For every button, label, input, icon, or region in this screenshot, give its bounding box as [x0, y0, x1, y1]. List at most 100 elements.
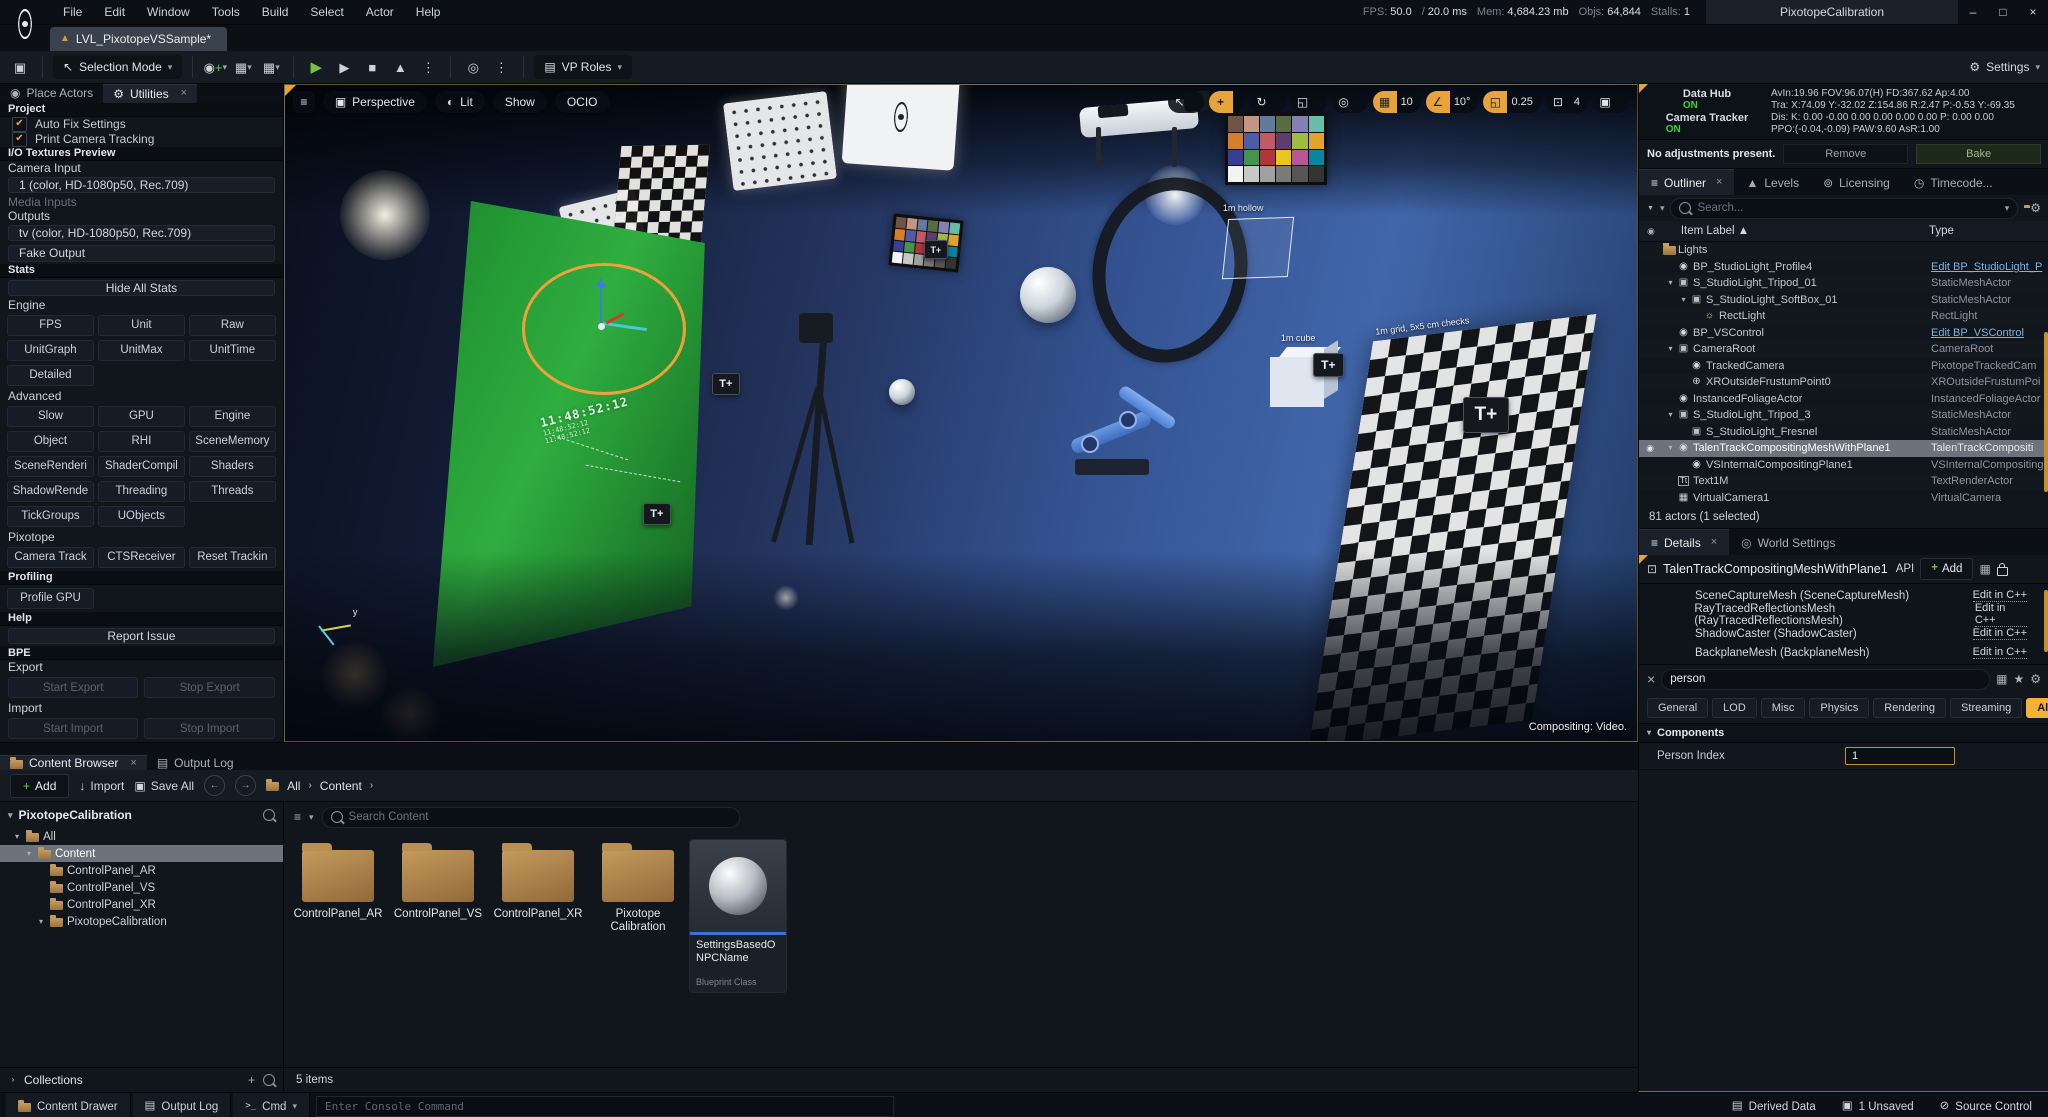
outliner-row[interactable]: S_StudioLight_Tripod_3 StaticMeshActor [1639, 407, 2048, 424]
stop-button[interactable] [360, 55, 384, 79]
checkbox-checked-icon[interactable]: ✔ [12, 117, 27, 132]
components-section-header[interactable]: Components [1639, 723, 2048, 743]
tab-place-actors[interactable]: Place Actors [0, 84, 103, 103]
close-icon[interactable] [130, 758, 136, 769]
stat-toggle-button[interactable]: ShadowRende [7, 481, 94, 502]
viewport-3d[interactable]: 11:48:52:12 11:48:52:12 11:48:52:12 1m h… [284, 84, 1638, 742]
folder-tile[interactable]: ControlPanel_VS [390, 840, 486, 921]
viewport-option-pill[interactable]: OCIO [555, 91, 610, 113]
export-button[interactable]: Start Export [8, 677, 138, 698]
platforms-options-icon[interactable] [489, 55, 513, 79]
play-options-icon[interactable] [416, 55, 440, 79]
expand-icon[interactable] [36, 918, 46, 926]
selection-mode-dropdown[interactable]: Selection Mode [53, 55, 182, 79]
stat-toggle-button[interactable]: CTSReceiver [98, 547, 185, 568]
save-all-button[interactable]: Save All [134, 779, 194, 793]
tab-content-browser[interactable]: Content Browser [0, 755, 147, 770]
blueprints-dropdown[interactable] [231, 55, 255, 79]
menu-item[interactable]: Help [405, 0, 452, 24]
expand-icon[interactable] [1678, 296, 1689, 304]
folder-tree-row[interactable]: PixotopeCalibration [0, 913, 283, 930]
edit-in-cpp-link[interactable]: Edit in C++ [1973, 646, 2027, 659]
viewport-tool-button[interactable] [1291, 91, 1327, 113]
gizmo-z-axis[interactable] [600, 281, 603, 327]
stat-toggle-button[interactable]: UObjects [98, 506, 185, 527]
collections-row[interactable]: Collections [0, 1067, 283, 1092]
expand-icon[interactable] [1665, 444, 1676, 452]
filter-tab[interactable]: Physics [1809, 698, 1869, 718]
stat-toggle-button[interactable]: ShaderCompil [98, 456, 185, 477]
scrollbar[interactable] [2044, 590, 2048, 652]
viewport-menu-icon[interactable] [293, 91, 315, 113]
camera-input-button[interactable]: 1 (color, HD-1080p50, Rec.709) [8, 177, 275, 193]
back-button[interactable] [204, 775, 225, 796]
bake-button[interactable]: Bake [1916, 144, 2041, 164]
search-icon[interactable] [263, 809, 275, 821]
expand-icon[interactable] [24, 850, 34, 858]
filter-tab[interactable]: Rendering [1873, 698, 1946, 718]
stat-toggle-button[interactable]: SceneMemory [189, 431, 276, 452]
source-control-button[interactable]: Source Control [1940, 1101, 2032, 1113]
gear-icon[interactable] [2030, 202, 2041, 214]
cinematics-dropdown[interactable] [259, 55, 283, 79]
stat-toggle-button[interactable]: Engine [189, 406, 276, 427]
close-icon[interactable] [1711, 537, 1717, 548]
filter-tab[interactable]: General [1647, 698, 1708, 718]
expand-icon[interactable] [1665, 345, 1676, 353]
edit-in-cpp-link[interactable]: Edit in C++ [1973, 627, 2027, 640]
viewport-tool-button[interactable] [1593, 91, 1629, 113]
search-icon[interactable] [263, 1074, 275, 1086]
filter-tab[interactable]: Misc [1761, 698, 1806, 718]
outliner-row[interactable]: CameraRoot CameraRoot [1639, 341, 2048, 358]
folder-tile[interactable]: ControlPanel_XR [490, 840, 586, 921]
export-button[interactable]: Stop Export [144, 677, 274, 698]
filter-tab[interactable]: Streaming [1950, 698, 2022, 718]
menu-item[interactable]: Edit [93, 0, 136, 24]
console-command-input[interactable] [316, 1096, 894, 1117]
frame-skip-button[interactable] [332, 55, 356, 79]
minimize-button[interactable] [1958, 0, 1988, 24]
folder-tile[interactable]: Pixotope Calibration [590, 840, 686, 934]
viewport-option-pill[interactable]: Show [493, 91, 547, 113]
vp-roles-dropdown[interactable]: VP Roles [534, 55, 632, 79]
viewport-tool-button[interactable] [1332, 91, 1368, 113]
maximize-button[interactable] [1988, 0, 2018, 24]
tab-timecode[interactable]: Timecode... [1902, 170, 2005, 195]
stat-toggle-button[interactable]: Raw [189, 315, 276, 336]
stat-toggle-button[interactable]: Camera Track [7, 547, 94, 568]
breadcrumb-content[interactable]: Content [320, 779, 362, 793]
stat-toggle-button[interactable]: SceneRenderi [7, 456, 94, 477]
eye-icon[interactable] [1644, 444, 1656, 453]
stat-toggle-button[interactable]: UnitGraph [7, 340, 94, 361]
stat-toggle-button[interactable]: Slow [7, 406, 94, 427]
viewport-option-pill[interactable]: Perspective [323, 91, 427, 113]
menu-item[interactable]: Window [136, 0, 201, 24]
outliner-row[interactable]: XROutsideFrustumPoint0 XROutsideFrustumP… [1639, 374, 2048, 391]
forward-button[interactable] [235, 775, 256, 796]
import-button[interactable]: Start Import [8, 718, 138, 739]
platforms-icon[interactable] [461, 55, 485, 79]
eject-button[interactable] [388, 55, 412, 79]
tab-world-settings[interactable]: World Settings [1729, 530, 1847, 555]
outliner-row[interactable]: S_StudioLight_Tripod_01 StaticMeshActor [1639, 275, 2048, 292]
item-label-column[interactable]: Item Label ▲ [1681, 225, 1749, 237]
folder-tree-row[interactable]: ControlPanel_AR [0, 862, 283, 879]
tab-levels[interactable]: Levels [1734, 170, 1811, 195]
scrollbar[interactable] [2044, 332, 2048, 492]
asset-card[interactable]: SettingsBasedONPCName Blueprint Class [690, 840, 786, 992]
gear-icon[interactable] [2030, 673, 2041, 685]
content-drawer-button[interactable]: Content Drawer [6, 1093, 131, 1117]
api-label[interactable]: API [1896, 563, 1915, 575]
settings-dropdown[interactable]: Settings [1969, 60, 2040, 74]
outliner-row[interactable]: Text1M TextRenderActor [1639, 473, 2048, 490]
close-button[interactable] [2018, 0, 2048, 24]
type-column[interactable]: Type [1929, 225, 2041, 237]
import-button[interactable]: Import [79, 779, 124, 793]
viewport-tool-button[interactable]: 10° [1426, 91, 1479, 113]
menu-item[interactable]: Actor [355, 0, 405, 24]
component-row[interactable]: RayTracedReflectionsMesh (RayTracedRefle… [1639, 605, 2048, 624]
outliner-row[interactable]: RectLight RectLight [1639, 308, 2048, 325]
output-button[interactable]: Fake Output [8, 245, 275, 261]
breadcrumb-all[interactable]: All [287, 779, 300, 793]
play-button[interactable] [304, 55, 328, 79]
